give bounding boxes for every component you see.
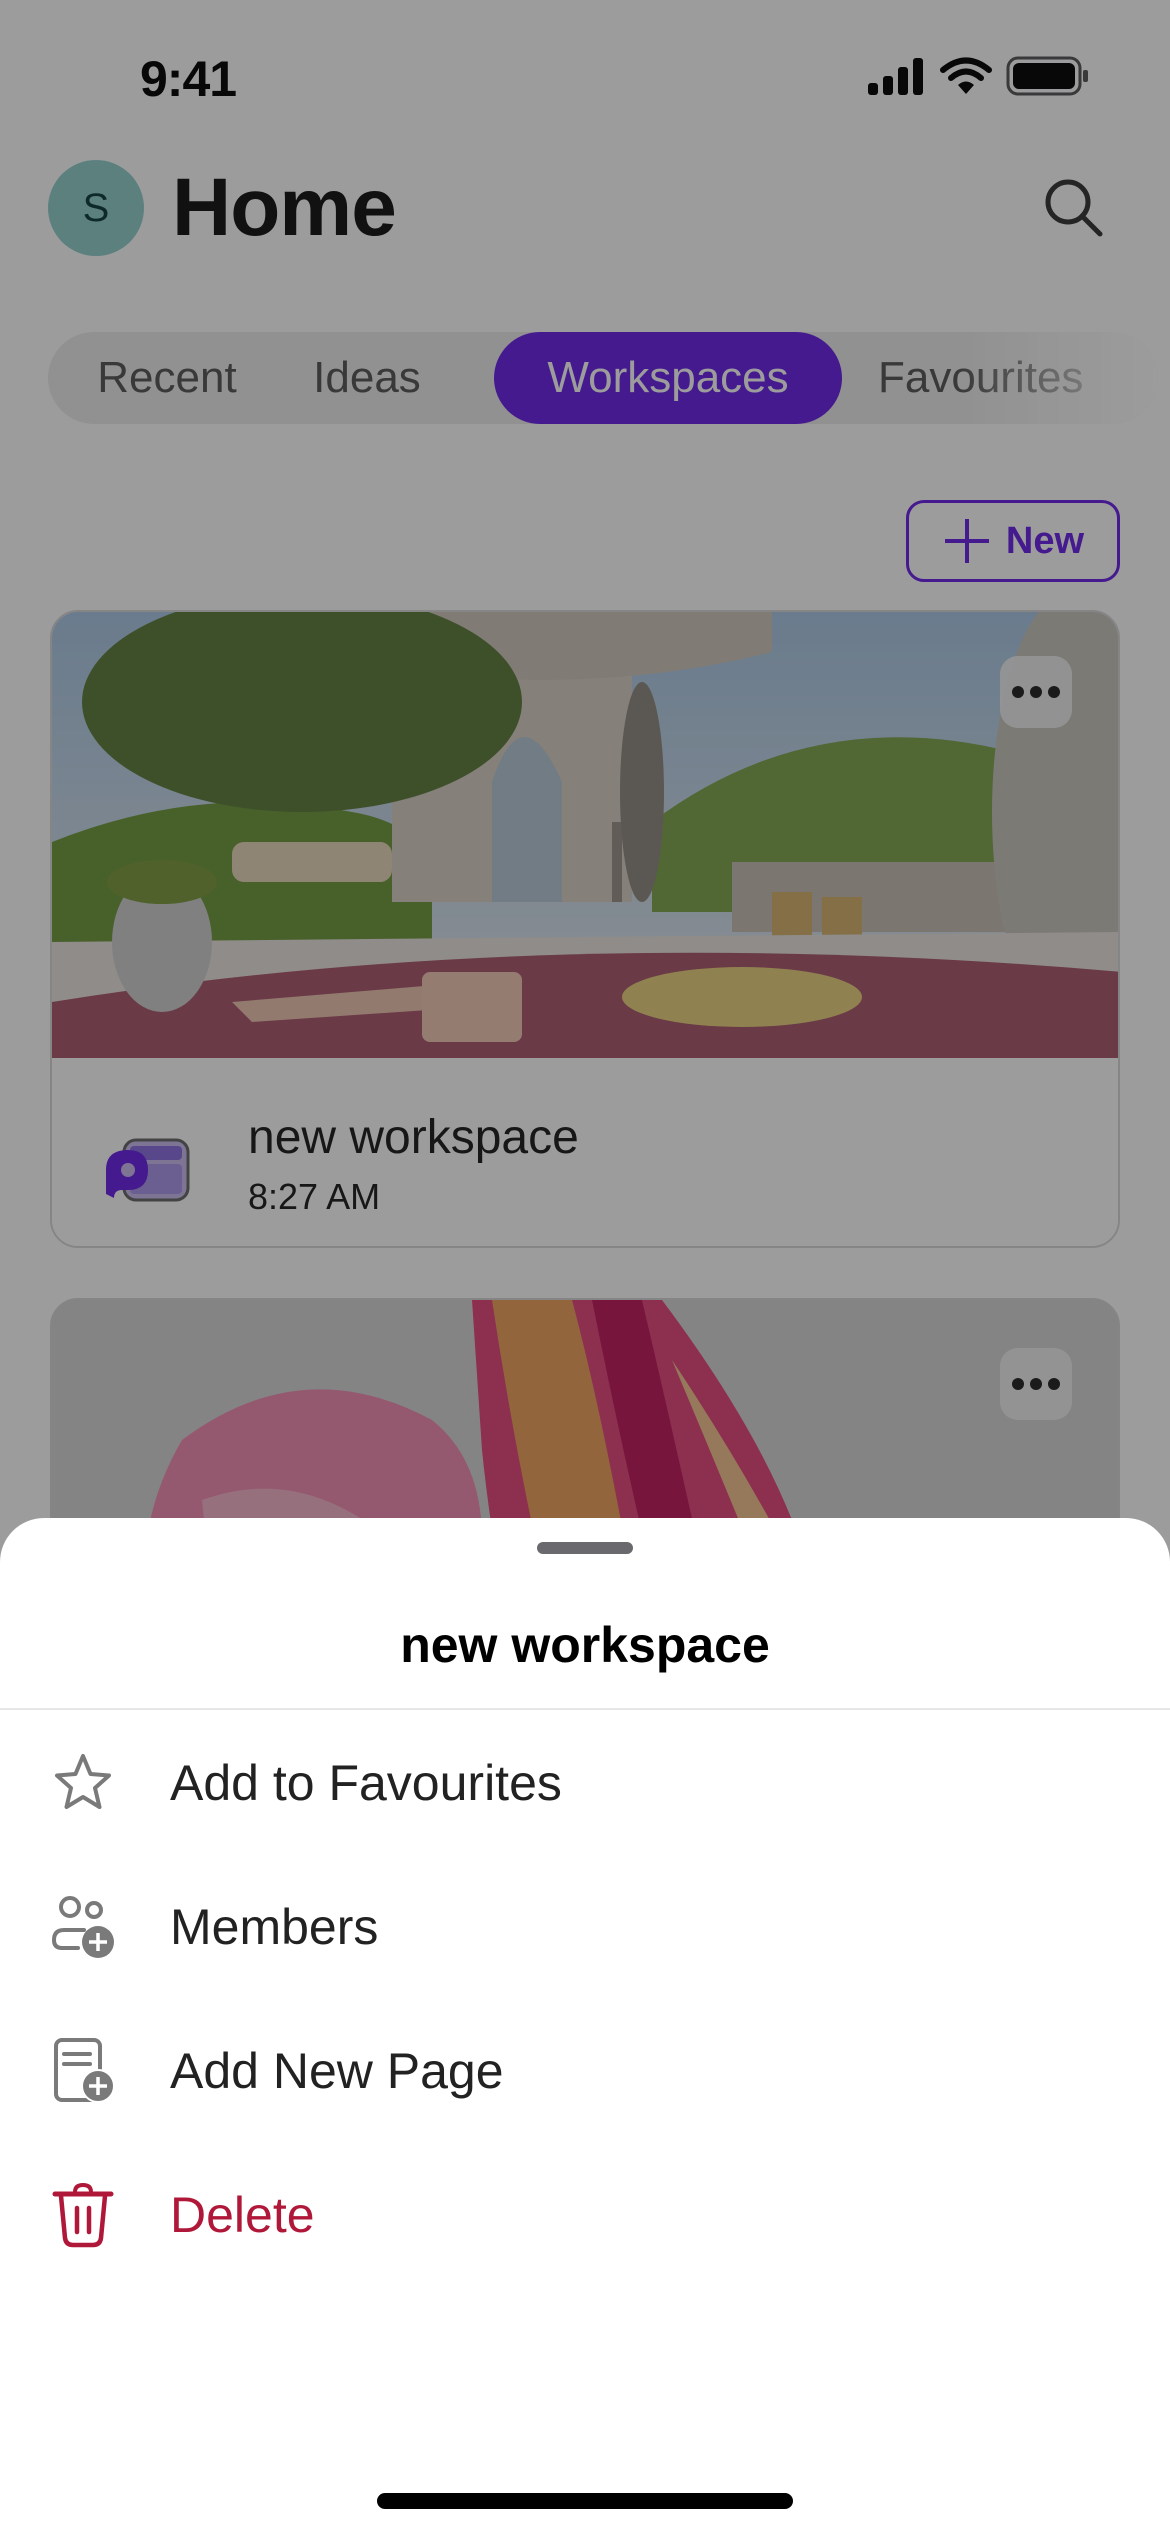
menu-item-add-to-favourites[interactable]: Add to Favourites bbox=[0, 1718, 1170, 1848]
menu-item-label: Delete bbox=[170, 2187, 315, 2243]
sheet-title: new workspace bbox=[400, 1617, 770, 1673]
menu-item-label: Add to Favourites bbox=[170, 1755, 562, 1811]
menu-item-label: Members bbox=[170, 1899, 379, 1955]
action-sheet: new workspace Add to Favourites Members … bbox=[0, 1518, 1170, 2532]
menu-item-delete[interactable]: Delete bbox=[0, 2150, 1170, 2280]
menu-item-members[interactable]: Members bbox=[0, 1862, 1170, 1992]
trash-icon bbox=[50, 2182, 116, 2248]
members-add-icon bbox=[50, 1894, 116, 1960]
sheet-divider bbox=[0, 1708, 1170, 1710]
menu-item-add-new-page[interactable]: Add New Page bbox=[0, 2006, 1170, 2136]
star-icon bbox=[50, 1750, 116, 1816]
sheet-drag-handle[interactable] bbox=[537, 1542, 633, 1554]
menu-item-label: Add New Page bbox=[170, 2043, 504, 2099]
home-screen: 9:41 S Home Recent Ideas Workspaces Favo… bbox=[0, 0, 1170, 2532]
home-indicator[interactable] bbox=[377, 2493, 793, 2509]
page-add-icon bbox=[50, 2038, 116, 2104]
